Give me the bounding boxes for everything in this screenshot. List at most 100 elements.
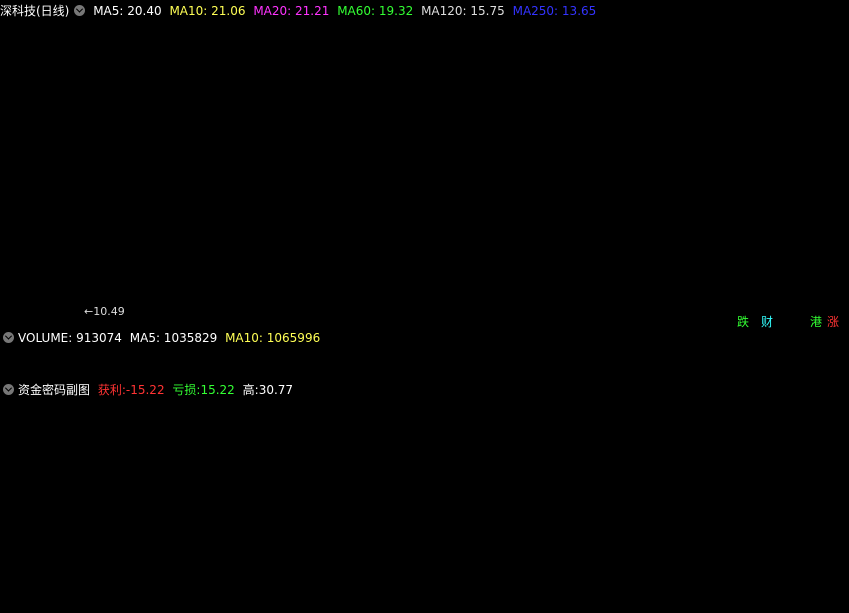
- volume-bar: [494, 371, 503, 382]
- badge-cai[interactable]: 财: [761, 315, 773, 329]
- badge-zhang[interactable]: 涨: [827, 315, 839, 329]
- volume-bar: [232, 373, 241, 382]
- volume-bar: [67, 373, 76, 382]
- volume-bar: [679, 351, 687, 382]
- volume-bar: [756, 354, 765, 382]
- candle-body: [805, 141, 814, 173]
- volume-bar: [281, 372, 290, 382]
- volume-bar: [9, 372, 18, 382]
- candle-body: [116, 295, 125, 299]
- low-price-value: 10.49: [93, 305, 125, 318]
- candle-body: [543, 232, 552, 252]
- indicator-legend: 资金密码副图 获利:-15.22 亏损:15.22 高:30.77: [0, 381, 297, 399]
- volume-bar: [805, 355, 814, 382]
- volume-ma10: MA10: 1065996: [225, 331, 321, 345]
- volume-bar: [475, 371, 484, 382]
- volume-ma10-line: [3, 348, 839, 375]
- candle-body: [126, 293, 135, 297]
- volume-bar: [455, 370, 464, 382]
- volume-bar: [339, 371, 348, 382]
- ma10-label: MA10: 21.06: [169, 4, 246, 18]
- candle-body: [669, 99, 678, 121]
- candle-body: [339, 268, 348, 271]
- volume-bar: [640, 348, 649, 382]
- volume-bar: [814, 357, 823, 382]
- volume-bar: [446, 371, 455, 382]
- volume-bar: [48, 373, 57, 382]
- volume-bar: [572, 361, 581, 382]
- threshold-line: [4, 476, 848, 506]
- candle-body: [291, 275, 299, 279]
- candle-body: [223, 284, 232, 288]
- candle-body: [582, 221, 590, 230]
- badge-gang[interactable]: 港: [810, 315, 822, 329]
- candle-body: [67, 291, 76, 297]
- candle-body: [698, 83, 707, 103]
- volume-bar: [785, 359, 794, 382]
- candle-body: [514, 259, 523, 263]
- ma250-label: MA250: 13.65: [512, 4, 597, 18]
- candle-body: [572, 221, 581, 230]
- candle-body: [164, 288, 173, 292]
- candle-body: [814, 141, 823, 154]
- volume-bar: [368, 372, 377, 382]
- volume-bar: [329, 371, 338, 382]
- ma250-line: [3, 247, 839, 283]
- candle-body: [436, 262, 445, 268]
- volume-bar: [669, 354, 678, 382]
- volume-bar: [591, 352, 600, 382]
- volume-bar: [426, 371, 435, 382]
- volume-bar: [708, 352, 717, 382]
- candle-body: [194, 286, 202, 290]
- volume-bar: [194, 373, 202, 382]
- volume-bar: [601, 349, 610, 382]
- candle-body: [271, 275, 280, 280]
- profit-line: [4, 427, 849, 517]
- volume-bar: [659, 351, 668, 382]
- ma60-label: MA60: 19.32: [337, 4, 414, 18]
- candle-body: [562, 210, 571, 223]
- volume-bar: [135, 373, 144, 382]
- volume-bar: [436, 371, 445, 382]
- profit-label: 获利:: [97, 383, 126, 397]
- candle-body: [485, 261, 493, 264]
- loss-label: 亏损:: [172, 383, 201, 397]
- candle-body: [620, 128, 629, 134]
- candle-body: [203, 286, 212, 290]
- volume-bar: [29, 373, 38, 382]
- high-value: 30.77: [258, 383, 294, 397]
- volume-bar: [213, 373, 222, 382]
- candle-body: [785, 160, 794, 165]
- volume-bar: [611, 343, 620, 382]
- candle-body: [48, 290, 57, 294]
- volume-bar: [77, 373, 86, 382]
- candle-body: [679, 105, 687, 121]
- volume-bar: [164, 373, 173, 382]
- candle-body: [746, 146, 755, 156]
- candle-body: [252, 281, 261, 286]
- chevron-down-icon[interactable]: [3, 332, 14, 343]
- loss-value: 15.22: [200, 383, 235, 397]
- candle-body: [320, 266, 329, 271]
- candle-body: [630, 89, 639, 134]
- candle-body: [242, 284, 251, 287]
- candle-body: [776, 159, 784, 165]
- candle-body: [106, 296, 115, 299]
- candle-body: [232, 284, 241, 287]
- volume-bar: [562, 360, 571, 382]
- ma120-line: [3, 222, 839, 289]
- candle-body: [727, 82, 736, 111]
- candle-body: [378, 268, 387, 271]
- volume-bar: [533, 368, 542, 382]
- ma120-label: MA120: 15.75: [421, 4, 505, 18]
- badge-die[interactable]: 跌: [737, 315, 749, 329]
- candle-body: [766, 139, 775, 161]
- high-label: 高:: [242, 383, 259, 397]
- chevron-down-icon[interactable]: [3, 384, 14, 395]
- volume-bar: [766, 360, 775, 382]
- candle-body: [552, 210, 561, 234]
- chevron-down-icon[interactable]: [74, 5, 86, 16]
- candle-body: [97, 296, 105, 299]
- candle-body: [87, 294, 96, 299]
- low-arrow-icon: ←: [84, 305, 94, 318]
